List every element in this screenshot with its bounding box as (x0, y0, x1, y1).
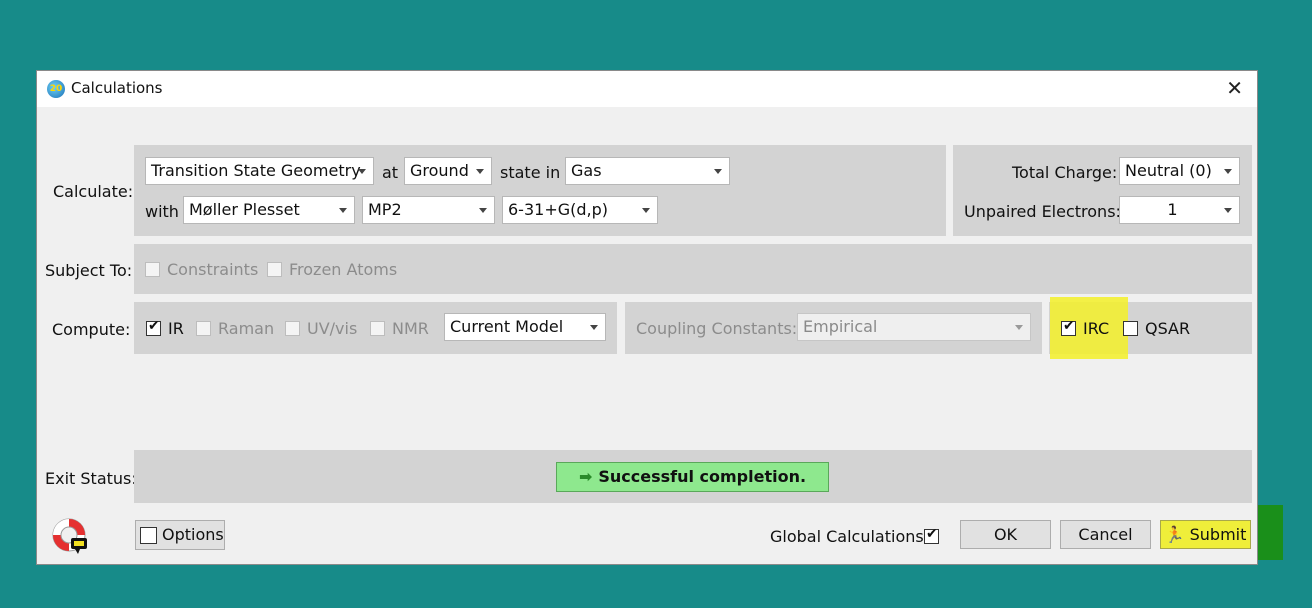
medium-select[interactable]: Gas (565, 157, 730, 185)
title-bar: 20 Calculations ✕ (37, 71, 1257, 107)
options-checkbox (140, 527, 157, 544)
with-label: with (145, 202, 179, 221)
calculate-label: Calculate: (53, 182, 134, 201)
unpaired-electrons-value: 1 (1167, 200, 1178, 219)
uvvis-checkbox[interactable] (285, 321, 300, 336)
total-charge-label: Total Charge: (1012, 163, 1118, 182)
chevron-down-icon (358, 169, 366, 174)
coupling-constants-value: Empirical (803, 317, 878, 336)
global-calculations-label: Global Calculations (770, 527, 924, 546)
level-select-value: MP2 (368, 200, 402, 219)
method-select-value: Møller Plesset (189, 200, 300, 219)
ir-label: IR (168, 319, 184, 338)
total-charge-select[interactable]: Neutral (0) (1119, 157, 1240, 185)
chevron-down-icon (642, 208, 650, 213)
subject-to-panel: Constraints Frozen Atoms (134, 244, 1252, 294)
task-select[interactable]: Transition State Geometry (145, 157, 374, 185)
lifebuoy-icon (52, 518, 87, 554)
status-badge: ➡ Successful completion. (556, 462, 829, 492)
submit-runner-icon: 🏃 (1164, 525, 1185, 544)
calculations-dialog: 20 Calculations ✕ Calculate: Transition … (36, 70, 1258, 565)
model-select[interactable]: Current Model (444, 313, 606, 341)
options-label: Options (162, 525, 224, 544)
total-charge-value: Neutral (0) (1125, 161, 1212, 180)
frozen-atoms-label: Frozen Atoms (289, 260, 398, 279)
exit-status-label: Exit Status: (45, 469, 137, 488)
chevron-down-icon (1015, 325, 1023, 330)
method-select[interactable]: Møller Plesset (183, 196, 355, 224)
chevron-down-icon (1224, 208, 1232, 213)
level-select[interactable]: MP2 (362, 196, 495, 224)
options-button[interactable]: Options (135, 520, 225, 550)
nmr-label: NMR (392, 319, 429, 338)
basis-select-value: 6-31+G(d,p) (508, 200, 608, 219)
constraints-label: Constraints (167, 260, 259, 279)
chevron-down-icon (714, 169, 722, 174)
irc-label: IRC (1083, 319, 1110, 338)
calculate-panel: Transition State Geometry at Ground stat… (134, 145, 946, 236)
arrow-right-icon: ➡ (578, 467, 593, 486)
qsar-checkbox[interactable] (1123, 321, 1138, 336)
cancel-button[interactable]: Cancel (1060, 520, 1151, 549)
qsar-label: QSAR (1145, 319, 1191, 338)
constraints-checkbox[interactable] (145, 262, 160, 277)
uvvis-label: UV/vis (307, 319, 358, 338)
window-title: Calculations (71, 79, 163, 97)
nmr-checkbox[interactable] (370, 321, 385, 336)
subject-to-label: Subject To: (45, 261, 133, 280)
help-lifebuoy-icon[interactable] (51, 517, 87, 554)
coupling-constants-label: Coupling Constants: (636, 319, 798, 338)
coupling-panel: Coupling Constants: Empirical (625, 302, 1042, 354)
submit-label: Submit (1189, 525, 1247, 544)
model-select-value: Current Model (450, 317, 564, 336)
chevron-down-icon (590, 325, 598, 330)
chevron-down-icon (1224, 169, 1232, 174)
unpaired-electrons-label: Unpaired Electrons: (964, 202, 1121, 221)
compute-panel: IR Raman UV/vis NMR Current Model (134, 302, 617, 354)
state-in-label: state in (500, 163, 561, 182)
raman-label: Raman (218, 319, 275, 338)
basis-select[interactable]: 6-31+G(d,p) (502, 196, 658, 224)
status-message: Successful completion. (598, 467, 807, 486)
raman-checkbox[interactable] (196, 321, 211, 336)
chevron-down-icon (479, 208, 487, 213)
irc-checkbox[interactable] (1061, 318, 1076, 336)
medium-select-value: Gas (571, 161, 602, 180)
coupling-constants-select[interactable]: Empirical (797, 313, 1031, 341)
close-icon[interactable]: ✕ (1226, 76, 1243, 100)
ok-button[interactable]: OK (960, 520, 1051, 549)
global-calculations-checkbox[interactable] (924, 526, 939, 544)
task-select-value: Transition State Geometry (151, 161, 361, 180)
frozen-atoms-checkbox[interactable] (267, 262, 282, 277)
submit-button[interactable]: 🏃 Submit (1160, 520, 1251, 549)
app-icon: 20 (47, 80, 65, 98)
chevron-down-icon (339, 208, 347, 213)
state-select-value: Ground (410, 161, 469, 180)
state-select[interactable]: Ground (404, 157, 492, 185)
unpaired-electrons-select[interactable]: 1 (1119, 196, 1240, 224)
ir-checkbox[interactable] (146, 318, 161, 336)
charge-panel: Total Charge: Neutral (0) Unpaired Elect… (953, 145, 1252, 236)
chevron-down-icon (476, 169, 484, 174)
compute-label: Compute: (52, 320, 131, 339)
at-label: at (382, 163, 399, 182)
